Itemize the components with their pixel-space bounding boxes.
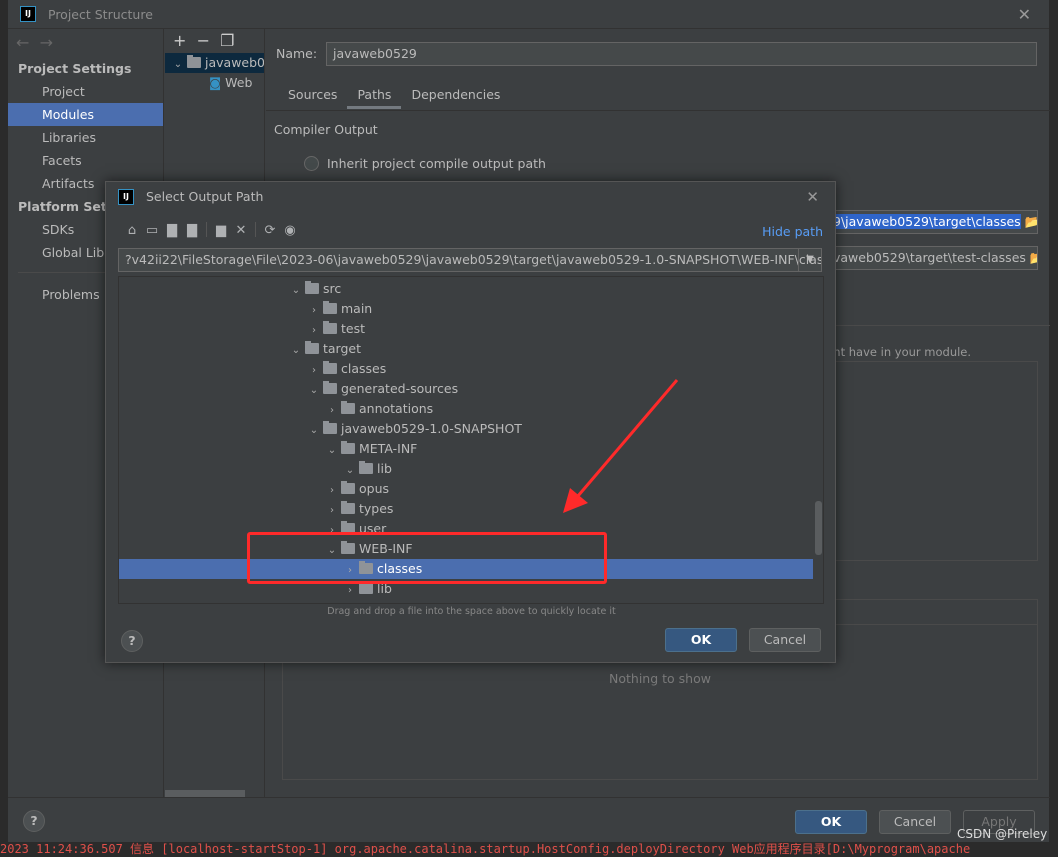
arrow-annotation [563,379,679,513]
watermark: CSDN @Pireley [957,827,1048,841]
